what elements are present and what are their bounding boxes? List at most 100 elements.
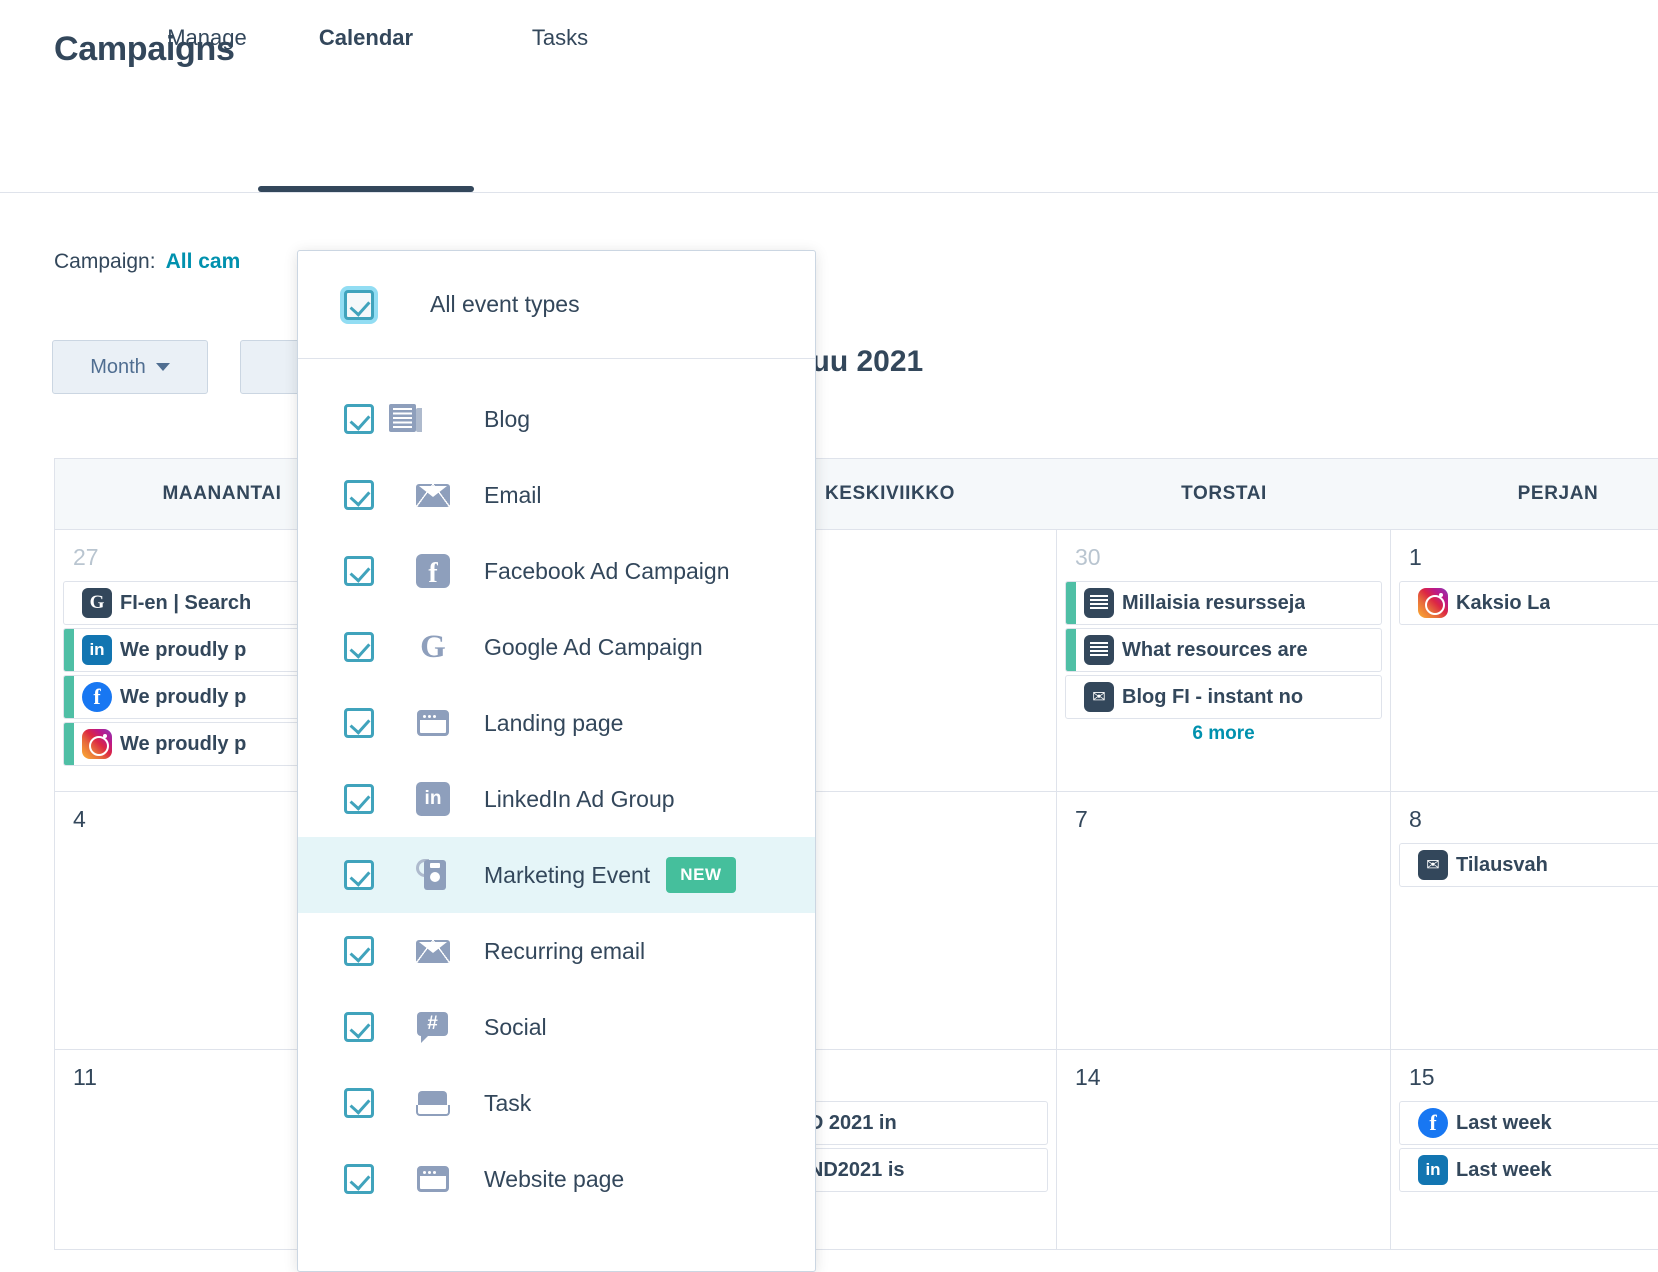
event-type-label: Website page xyxy=(484,1165,625,1192)
event-icon xyxy=(1084,588,1114,618)
email-icon: ✉ xyxy=(1084,682,1114,712)
calendar-day-cell[interactable]: 1 Kaksio La xyxy=(1391,530,1658,792)
event-type-list: Blog Email f Facebook Ad Campaign G Google Ad… xyxy=(298,359,815,1217)
event-type-item-facebook-ad-campaign[interactable]: f Facebook Ad Campaign xyxy=(298,533,815,609)
calendar-week-row: 4 7 8 ✉ Tilausvah xyxy=(54,792,1658,1050)
calendar-day-headers: MAANANTAI KESKIVIIKKO TORSTAI PERJAN xyxy=(54,458,1658,530)
day-number: 7 xyxy=(1075,806,1088,832)
event-type-icon-wrap xyxy=(389,402,450,436)
event-icon: ✉ xyxy=(1084,682,1114,712)
tab-tasks[interactable]: Tasks xyxy=(500,0,620,75)
dropdown-all-event-types-row[interactable]: All event types xyxy=(298,251,815,359)
event-type-label: Landing page xyxy=(484,709,624,736)
event-type-checkbox[interactable] xyxy=(344,404,374,434)
blog-icon xyxy=(1084,588,1114,618)
new-badge: NEW xyxy=(666,857,736,893)
event-type-item-task[interactable]: Task xyxy=(298,1065,815,1141)
calendar-day-cell[interactable]: 15 f Last week in Last week xyxy=(1391,1050,1658,1250)
all-event-types-checkbox[interactable] xyxy=(344,289,374,320)
event-type-checkbox[interactable] xyxy=(344,556,374,586)
event-color-bar xyxy=(64,629,74,671)
event-icon: in xyxy=(82,635,112,665)
day-number: 1 xyxy=(1409,544,1422,570)
event-type-checkbox[interactable] xyxy=(344,708,374,738)
event-type-checkbox[interactable] xyxy=(344,1164,374,1194)
event-type-item-marketing-event[interactable]: Marketing Event NEW xyxy=(298,837,815,913)
event-type-icon-wrap xyxy=(416,1162,450,1196)
event-type-checkbox[interactable] xyxy=(344,480,374,510)
linkedin-icon: in xyxy=(1418,1155,1448,1185)
event-color-bar xyxy=(64,676,74,718)
more-events-link[interactable]: 6 more xyxy=(1065,723,1382,745)
event-type-item-google-ad-campaign[interactable]: G Google Ad Campaign xyxy=(298,609,815,685)
calendar-event[interactable]: Kaksio La xyxy=(1399,581,1658,625)
event-type-item-recurring-email[interactable]: Recurring email xyxy=(298,913,815,989)
event-type-icon-wrap: in xyxy=(416,782,450,816)
event-type-icon-wrap: f xyxy=(416,554,450,588)
calendar-event[interactable]: f Last week xyxy=(1399,1101,1658,1145)
event-title: Last week xyxy=(1456,1158,1552,1181)
event-type-icon-wrap xyxy=(416,706,450,740)
event-type-label: Email xyxy=(484,481,542,508)
day-number: 30 xyxy=(1075,544,1101,570)
event-type-icon-wrap xyxy=(416,1086,450,1120)
event-type-item-social[interactable]: # Social xyxy=(298,989,815,1065)
event-type-label: Blog xyxy=(484,405,531,432)
event-title: Blog FI - instant no xyxy=(1122,685,1304,708)
event-title: Tilausvah xyxy=(1456,853,1548,876)
calendar-event[interactable]: What resources are xyxy=(1065,628,1382,672)
calendar-event[interactable]: ✉ Tilausvah xyxy=(1399,843,1658,887)
event-title: FI-en | Search xyxy=(120,591,252,614)
event-type-item-blog[interactable]: Blog xyxy=(298,381,815,457)
event-icon: f xyxy=(1418,1108,1448,1138)
calendar-day-cell[interactable]: 8 ✉ Tilausvah xyxy=(1391,792,1658,1050)
event-type-checkbox[interactable] xyxy=(344,632,374,662)
linkedin-icon: in xyxy=(82,635,112,665)
event-type-label: Task xyxy=(484,1089,532,1116)
email-icon: ✉ xyxy=(1418,850,1448,880)
facebook-icon: f xyxy=(1418,1108,1448,1138)
event-type-item-landing-page[interactable]: Landing page xyxy=(298,685,815,761)
event-icon: ✉ xyxy=(1418,850,1448,880)
active-tab-underline xyxy=(258,186,474,192)
calendar-body: 27 G FI-en | Search in We proudly p f We proud… xyxy=(54,530,1658,1250)
event-type-checkbox[interactable] xyxy=(344,936,374,966)
google-icon: G xyxy=(82,588,112,618)
event-color-bar xyxy=(64,723,74,765)
event-type-label: Recurring email xyxy=(484,937,646,964)
event-type-label: Marketing Event xyxy=(484,861,651,888)
day-number: 8 xyxy=(1409,806,1422,832)
instagram-icon xyxy=(82,729,112,759)
calendar-day-cell[interactable]: 30 Millaisia resursseja What resources are… xyxy=(1057,530,1391,792)
calendar-event[interactable]: in Last week xyxy=(1399,1148,1658,1192)
calendar-grid: MAANANTAI KESKIVIIKKO TORSTAI PERJAN 27 G FI-… xyxy=(54,458,1658,1272)
view-mode-button[interactable]: Month xyxy=(52,340,208,394)
facebook-icon: f xyxy=(416,554,450,588)
event-type-label: LinkedIn Ad Group xyxy=(484,785,675,812)
event-color-bar xyxy=(1066,629,1076,671)
event-type-icon-wrap: # xyxy=(416,1010,450,1044)
event-title: Millaisia resursseja xyxy=(1122,591,1306,614)
event-type-filter-dropdown[interactable]: All event types Blog Email f Facebook Ad Ca… xyxy=(297,250,816,1272)
event-type-label: Google Ad Campaign xyxy=(484,633,703,660)
tab-calendar[interactable]: Calendar xyxy=(258,0,474,75)
chevron-down-icon xyxy=(155,363,170,371)
campaign-filter-value[interactable]: All cam xyxy=(166,250,241,274)
event-icon xyxy=(1084,635,1114,665)
event-type-checkbox[interactable] xyxy=(344,860,374,890)
calendar-day-cell[interactable]: 14 xyxy=(1057,1050,1391,1250)
calendar-day-cell[interactable]: 7 xyxy=(1057,792,1391,1050)
event-type-checkbox[interactable] xyxy=(344,1012,374,1042)
event-type-item-email[interactable]: Email xyxy=(298,457,815,533)
event-title: We proudly p xyxy=(120,685,247,708)
event-type-icon-wrap xyxy=(416,934,450,968)
calendar-event[interactable]: Millaisia resursseja xyxy=(1065,581,1382,625)
event-type-checkbox[interactable] xyxy=(344,1088,374,1118)
calendar-week-row: 11 BOUND 2021 in NBOUND2021 is 14 15 f Last w… xyxy=(54,1050,1658,1250)
day-number: 15 xyxy=(1409,1064,1435,1090)
event-icon xyxy=(1418,588,1448,618)
calendar-event[interactable]: ✉ Blog FI - instant no xyxy=(1065,675,1382,719)
event-type-item-website-page[interactable]: Website page xyxy=(298,1141,815,1217)
event-type-item-linkedin-ad-group[interactable]: in LinkedIn Ad Group xyxy=(298,761,815,837)
event-type-checkbox[interactable] xyxy=(344,784,374,814)
